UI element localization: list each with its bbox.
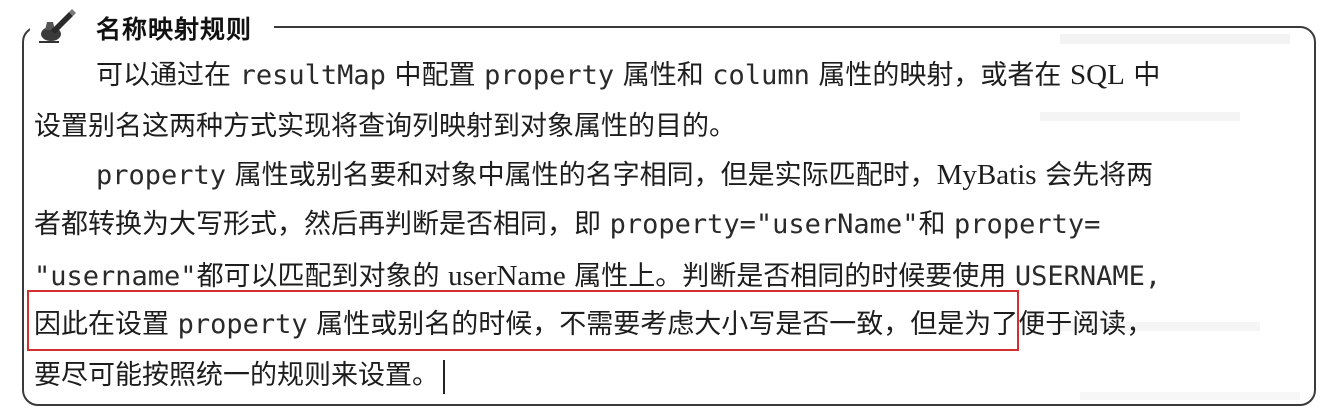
body-text: MyBatis	[936, 159, 1037, 191]
code-text: column	[712, 60, 810, 91]
code-text: property	[484, 60, 615, 91]
body-text: SQL	[1070, 59, 1125, 91]
tip-header: 名称映射规则	[30, 6, 275, 50]
body-line: 可以通过在 resultMap 中配置 property 属性和 column …	[96, 55, 1160, 95]
body-text: 都可以匹配到对象的	[196, 261, 449, 292]
body-text: 中配置	[385, 60, 485, 91]
body-text: 中	[1124, 60, 1161, 91]
body-text: 属性和	[614, 60, 713, 91]
text-cursor	[443, 359, 445, 394]
body-text: 属性或别名要和对象中属性的名字相同，但是实际匹配时，	[226, 160, 937, 191]
body-text: 可以通过在	[96, 60, 240, 91]
code-text: USERNAME,	[1014, 261, 1162, 292]
body-text: 者都转换为大写形式，然后再判断是否相同，即	[34, 209, 610, 240]
body-line: 者都转换为大写形式，然后再判断是否相同，即 property="userName…	[34, 205, 1100, 245]
body-text: 会先将两	[1036, 160, 1154, 191]
code-text: "username"	[34, 261, 197, 292]
body-line: 设置别名这两种方式实现将查询列映射到对象属性的目的。	[34, 107, 736, 147]
body-line: 要尽可能按照统一的规则来设置。	[34, 356, 445, 396]
body-text: 属性的映射，或者在	[809, 60, 1071, 91]
body-line: property 属性或别名要和对象中属性的名字相同，但是实际匹配时，MyBat…	[96, 155, 1153, 195]
tip-title: 名称映射规则	[96, 15, 253, 44]
body-text: 和	[918, 209, 955, 240]
code-text: property="userName"	[609, 209, 919, 240]
code-text: property=	[954, 209, 1101, 240]
code-text: property	[96, 160, 227, 191]
red-highlight-box	[27, 290, 1019, 351]
body-text: userName	[448, 260, 566, 292]
body-text: 要尽可能按照统一的规则来设置。	[34, 360, 439, 391]
pen-writing-icon	[30, 6, 88, 50]
body-text: 属性上。判断是否相同的时候要使用	[565, 261, 1015, 292]
body-text: 设置别名这两种方式实现将查询列映射到对象属性的目的。	[34, 111, 736, 142]
code-text: resultMap	[239, 60, 386, 91]
